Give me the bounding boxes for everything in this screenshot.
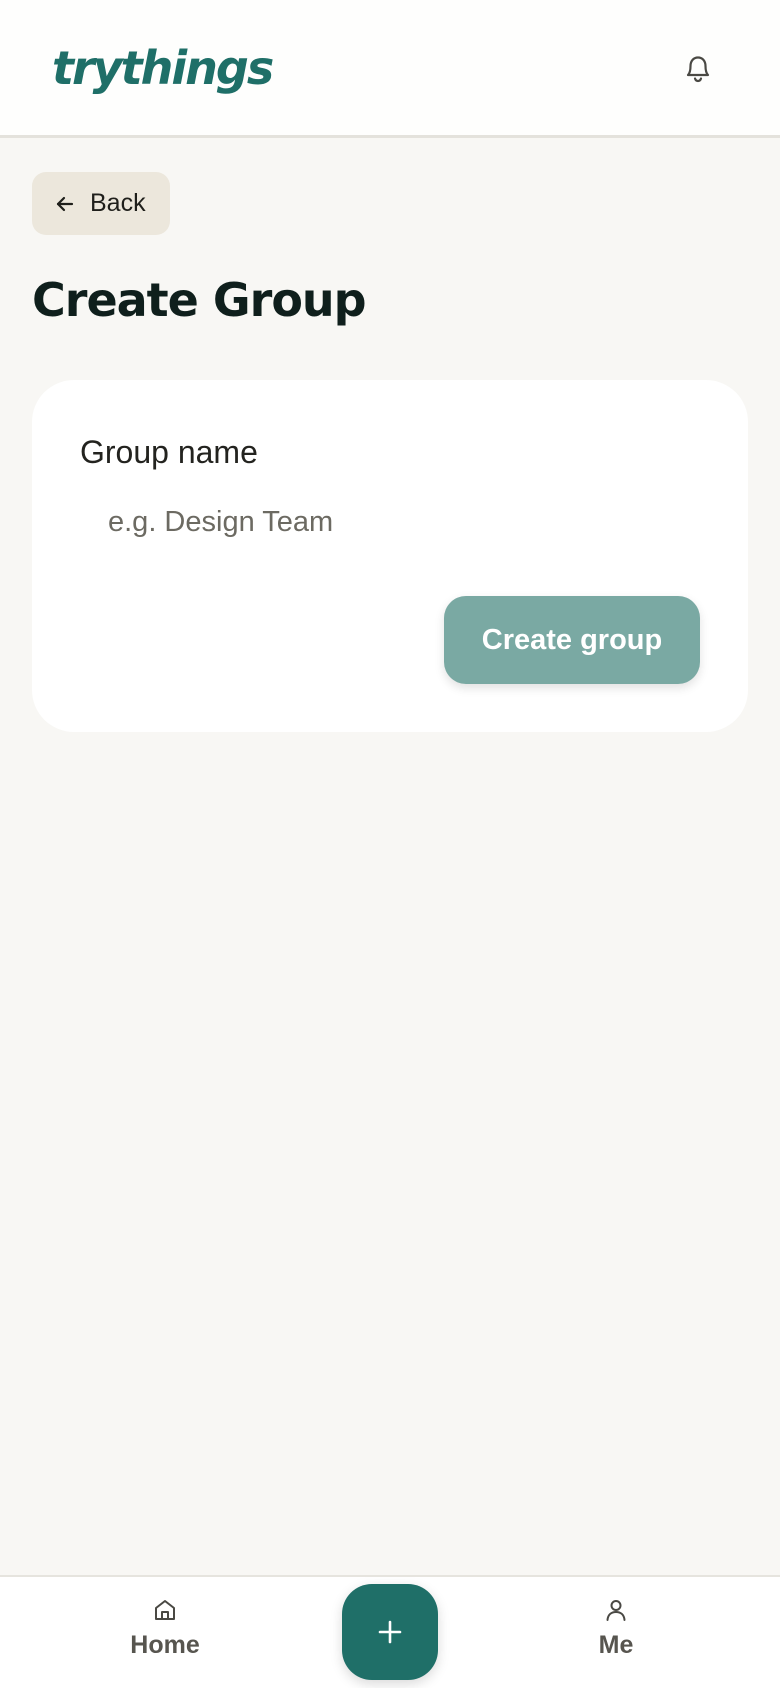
nav-home[interactable]: Home (85, 1597, 245, 1660)
nav-me[interactable]: Me (536, 1597, 696, 1660)
page-title: Create Group (32, 273, 367, 327)
home-icon (155, 1600, 175, 1620)
back-button-label: Back (90, 189, 146, 217)
plus-icon (378, 1620, 402, 1644)
nav-me-label: Me (598, 1631, 634, 1659)
app-header: trythings (0, 0, 780, 138)
notifications-button[interactable] (680, 48, 716, 88)
add-button[interactable] (342, 1584, 438, 1680)
create-group-button[interactable]: Create group (444, 596, 700, 684)
group-name-label: Group name (80, 434, 258, 470)
bell-icon (686, 56, 710, 83)
group-name-input[interactable] (108, 498, 688, 546)
nav-home-label: Home (130, 1631, 200, 1659)
arrow-left-icon (54, 193, 76, 215)
create-group-card: Group name Create group (32, 380, 748, 732)
user-icon (606, 1600, 626, 1621)
app-logo[interactable]: trythings (52, 38, 274, 98)
back-button[interactable]: Back (32, 172, 170, 235)
